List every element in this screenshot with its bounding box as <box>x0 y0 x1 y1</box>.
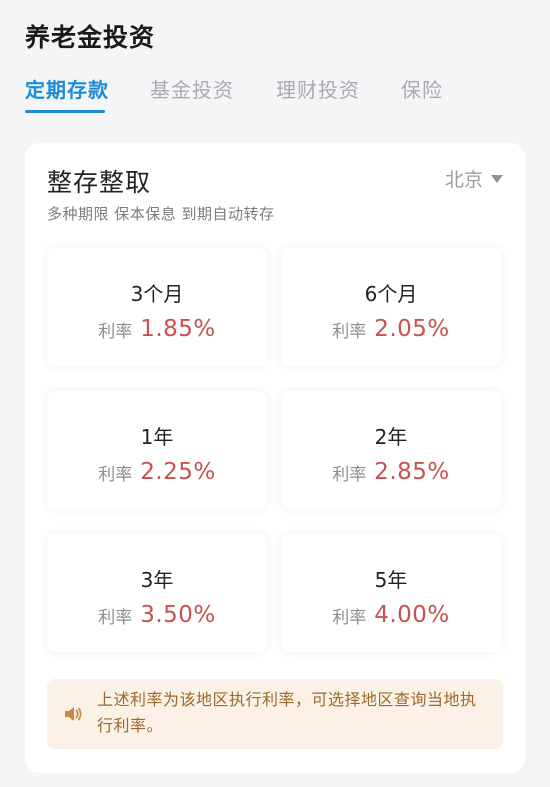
caret-down-icon <box>491 174 503 183</box>
term-label: 6个月 <box>364 282 418 306</box>
page-title: 养老金投资 <box>25 23 156 52</box>
deposit-card: 整存整取 多种期限 保本保息 到期自动转存 北京 3个月 利率 1.85% 6个月… <box>25 143 525 773</box>
rate-line: 利率 2.85% <box>281 459 501 485</box>
speaker-icon <box>65 707 82 721</box>
app-header: 养老金投资 定期存款 基金投资 理财投资 保险 <box>0 0 550 150</box>
tab-bar: 定期存款 基金投资 理财投资 保险 <box>0 74 550 114</box>
region-selector[interactable]: 北京 <box>445 165 503 192</box>
rate-label: 利率 <box>98 464 133 485</box>
rate-card-1-year[interactable]: 1年 利率 2.25% <box>47 391 267 509</box>
rate-card-3-months[interactable]: 3个月 利率 1.85% <box>47 248 267 366</box>
rate-value: 2.25% <box>140 459 216 485</box>
rate-label: 利率 <box>332 607 367 628</box>
tab-wealth-management[interactable]: 理财投资 <box>276 74 360 103</box>
rate-line: 利率 4.00% <box>281 602 501 628</box>
notice-banner: 上述利率为该地区执行利率，可选择地区查询当地执行利率。 <box>47 679 503 749</box>
rate-value: 2.05% <box>374 316 450 342</box>
term-label: 2年 <box>374 425 408 449</box>
card-subtitle: 多种期限 保本保息 到期自动转存 <box>47 205 275 223</box>
rate-value: 1.85% <box>140 316 216 342</box>
rate-value: 4.00% <box>374 602 450 628</box>
rate-card-2-years[interactable]: 2年 利率 2.85% <box>281 391 501 509</box>
tab-fund-investment[interactable]: 基金投资 <box>150 74 234 103</box>
rate-label: 利率 <box>98 607 133 628</box>
rate-line: 利率 2.05% <box>281 316 501 342</box>
rate-label: 利率 <box>332 321 367 342</box>
rate-value: 2.85% <box>374 459 450 485</box>
term-label: 1年 <box>140 425 174 449</box>
rate-line: 利率 2.25% <box>47 459 267 485</box>
region-label: 北京 <box>444 169 483 191</box>
card-title: 整存整取 <box>47 168 152 197</box>
active-tab-indicator <box>25 110 105 113</box>
rate-label: 利率 <box>332 464 367 485</box>
rate-line: 利率 1.85% <box>47 316 267 342</box>
rate-line: 利率 3.50% <box>47 602 267 628</box>
notice-text: 上述利率为该地区执行利率，可选择地区查询当地执行利率。 <box>97 690 477 735</box>
term-label: 3年 <box>140 568 174 592</box>
rate-card-6-months[interactable]: 6个月 利率 2.05% <box>281 248 501 366</box>
rate-value: 3.50% <box>140 602 216 628</box>
term-label: 5年 <box>374 568 408 592</box>
term-label: 3个月 <box>130 282 184 306</box>
rate-card-5-years[interactable]: 5年 利率 4.00% <box>281 534 501 652</box>
tab-insurance[interactable]: 保险 <box>401 74 443 103</box>
rate-card-3-years[interactable]: 3年 利率 3.50% <box>47 534 267 652</box>
tab-fixed-deposit[interactable]: 定期存款 <box>25 74 109 103</box>
rate-label: 利率 <box>98 321 133 342</box>
